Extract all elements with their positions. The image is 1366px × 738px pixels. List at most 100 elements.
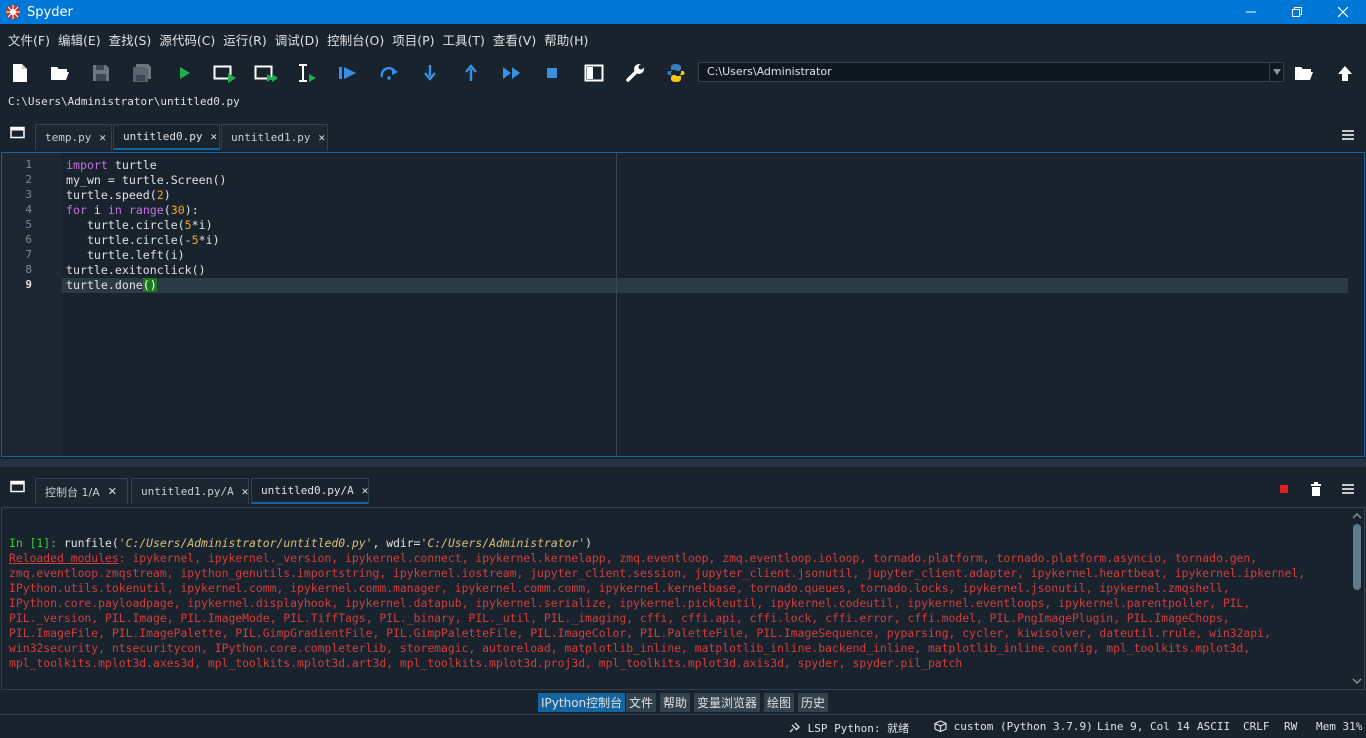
run-cell-button[interactable] (213, 62, 237, 84)
menu-projects[interactable]: 项目(P) (388, 30, 438, 49)
remove-variables-button[interactable] (1304, 478, 1328, 500)
close-tab-icon[interactable]: ✕ (318, 131, 325, 144)
tab-label: temp.py (45, 131, 92, 144)
pane-tab-bar: IPython控制台 文件 帮助 变量浏览器 绘图 历史 (0, 691, 1366, 713)
new-file-button[interactable] (8, 62, 32, 84)
code-line[interactable]: for i in range(30): (66, 203, 199, 217)
pane-tab-files[interactable]: 文件 (626, 693, 657, 712)
tab-temp-py[interactable]: temp.py ✕ (35, 124, 112, 150)
close-tab-icon[interactable]: ✕ (210, 130, 217, 143)
open-file-button[interactable] (48, 62, 72, 84)
tab-console-1[interactable]: 控制台 1/A ✕ (35, 478, 128, 504)
line-number: 2 (25, 173, 32, 186)
run-file-button[interactable] (172, 62, 196, 84)
lsp-status: LSP Python: 就绪 (788, 720, 909, 736)
preferences-button[interactable] (623, 62, 647, 84)
console-input-line: In [1]: runfile('C:/Users/Administrator/… (9, 536, 592, 550)
maximize-pane-button[interactable] (582, 62, 606, 84)
code-line[interactable]: turtle.circle(5*i) (66, 218, 213, 232)
parent-directory-button[interactable] (1333, 62, 1357, 84)
current-line-highlight (62, 278, 1348, 293)
console-output-line: IPython.core.payloadpage, ipykernel.disp… (9, 596, 1251, 610)
menu-search[interactable]: 查找(S) (105, 30, 156, 49)
close-tab-icon[interactable]: ✕ (242, 485, 249, 498)
interrupt-kernel-button[interactable] (1272, 478, 1296, 500)
run-cell-advance-button[interactable] (254, 62, 278, 84)
step-return-button[interactable] (459, 62, 483, 84)
menu-consoles[interactable]: 控制台(O) (323, 30, 388, 49)
window-icon (10, 480, 25, 493)
run-selection-button[interactable] (295, 62, 319, 84)
code-line[interactable]: turtle.done() (66, 278, 157, 292)
close-tab-icon[interactable]: ✕ (108, 485, 117, 498)
save-button[interactable] (89, 62, 113, 84)
environment-status: custom (Python 3.7.9) (934, 720, 1093, 733)
line-number-current: 9 (25, 278, 32, 291)
pane-splitter[interactable] (0, 459, 1366, 467)
scrollbar-thumb[interactable] (1353, 524, 1361, 590)
menu-tools[interactable]: 工具(T) (439, 30, 489, 49)
ipython-console[interactable]: In [1]: runfile('C:/Users/Administrator/… (1, 507, 1365, 690)
code-line[interactable]: turtle.left(i) (66, 248, 185, 262)
browse-directory-button[interactable] (1292, 62, 1316, 84)
tab-label: untitled0.py (123, 130, 203, 143)
line-number: 5 (25, 218, 32, 231)
minimize-button[interactable] (1228, 0, 1274, 24)
chevron-down-icon[interactable] (1352, 677, 1362, 685)
run-mid: , wdir= (372, 536, 421, 550)
code-line[interactable]: turtle.circle(-5*i) (66, 233, 220, 247)
run-cell-icon (213, 65, 236, 83)
python-path-button[interactable] (664, 62, 688, 84)
tab-console-untitled0[interactable]: untitled0.py/A ✕ (251, 478, 369, 504)
browse-console-tabs-button[interactable] (6, 476, 30, 498)
code-editor[interactable]: 1 2 3 4 5 6 7 8 9 import turtle my_wn = t… (1, 152, 1365, 457)
browse-tabs-button[interactable] (6, 122, 30, 144)
environment-status-text: custom (Python 3.7.9) (953, 720, 1093, 733)
code-line[interactable]: import turtle (66, 158, 157, 172)
restore-button[interactable] (1274, 0, 1320, 24)
pane-tab-history[interactable]: 历史 (798, 693, 829, 712)
end-of-line: CRLF (1243, 720, 1270, 733)
code-line[interactable]: turtle.speed(2) (66, 188, 171, 202)
pane-tab-ipython-console[interactable]: IPython控制台 (538, 693, 626, 712)
console-output-line: mpl_toolkits.mplot3d.axes3d, mpl_toolkit… (9, 656, 963, 670)
save-all-button[interactable] (130, 62, 154, 84)
code-line[interactable]: my_wn = turtle.Screen() (66, 173, 227, 187)
tab-untitled0-py[interactable]: untitled0.py ✕ (113, 124, 220, 150)
chevron-down-icon[interactable] (1269, 63, 1283, 81)
pane-tab-help[interactable]: 帮助 (660, 693, 691, 712)
pane-tab-variable-explorer[interactable]: 变量浏览器 (694, 693, 761, 712)
run-cell-advance-icon (254, 65, 278, 82)
menu-view[interactable]: 查看(V) (489, 30, 540, 49)
hamburger-menu-icon (1342, 130, 1354, 140)
editor-options-button[interactable] (1336, 124, 1360, 146)
menu-file[interactable]: 文件(F) (4, 30, 54, 49)
pane-tab-plots[interactable]: 绘图 (764, 693, 795, 712)
menu-help[interactable]: 帮助(H) (540, 30, 592, 49)
run-icon (180, 67, 190, 79)
debug-button[interactable] (336, 62, 360, 84)
menu-edit[interactable]: 编辑(E) (54, 30, 105, 49)
console-output-line: IPython.utils.tokenutil, ipykernel.comm,… (9, 581, 1230, 595)
code-line[interactable]: turtle.exitonclick() (66, 263, 206, 277)
close-tab-icon[interactable]: ✕ (362, 484, 369, 497)
chevron-up-icon[interactable] (1352, 512, 1362, 520)
save-icon (93, 65, 109, 81)
step-into-button[interactable] (418, 62, 442, 84)
menu-debug[interactable]: 调试(D) (271, 30, 323, 49)
menu-source[interactable]: 源代码(C) (155, 30, 219, 49)
continue-button[interactable] (500, 62, 524, 84)
tab-console-untitled1[interactable]: untitled1.py/A ✕ (131, 478, 249, 504)
step-button[interactable] (377, 62, 401, 84)
menu-run[interactable]: 运行(R) (219, 30, 270, 49)
tab-label: untitled1.py (231, 131, 311, 144)
console-output-line: PIL._version, PIL.Image, PIL.ImageMode, … (9, 611, 1230, 625)
working-directory-value: C:\Users\Administrator (707, 65, 832, 78)
stop-debug-button[interactable] (540, 62, 564, 84)
console-options-button[interactable] (1336, 478, 1360, 500)
close-window-button[interactable] (1320, 0, 1366, 24)
working-directory-combobox[interactable]: C:\Users\Administrator (698, 62, 1284, 82)
close-tab-icon[interactable]: ✕ (99, 131, 106, 144)
console-scrollbar[interactable] (1352, 510, 1362, 687)
tab-untitled1-py[interactable]: untitled1.py ✕ (221, 124, 328, 150)
